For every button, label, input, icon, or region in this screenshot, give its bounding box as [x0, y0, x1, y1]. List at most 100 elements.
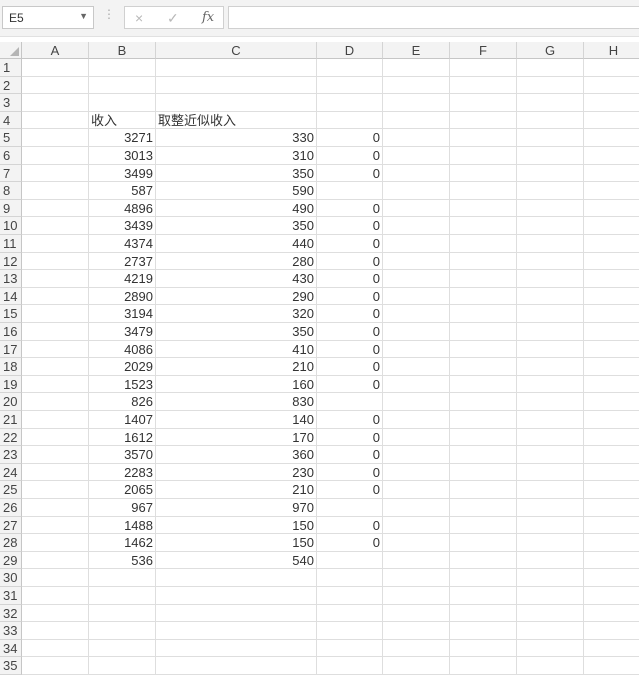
cell-b[interactable]: 3499 [89, 164, 156, 183]
cell-f[interactable] [450, 164, 517, 183]
cell-f[interactable] [450, 657, 517, 675]
cell-g[interactable] [517, 59, 584, 77]
cell-d[interactable]: 0 [317, 340, 383, 359]
cell-a[interactable] [22, 76, 89, 95]
cell-a[interactable] [22, 147, 89, 165]
cell-a[interactable] [22, 164, 89, 183]
cell-a[interactable] [22, 199, 89, 218]
cell-f[interactable] [450, 499, 517, 517]
cell-f[interactable] [450, 111, 517, 130]
column-header-g[interactable]: G [517, 42, 584, 59]
cell-h[interactable] [584, 323, 639, 341]
cell-d[interactable] [317, 76, 383, 95]
name-box[interactable]: E5 ▼ [2, 6, 94, 29]
cell-g[interactable] [517, 604, 584, 623]
cell-c[interactable] [156, 59, 317, 77]
cell-b[interactable]: 2065 [89, 481, 156, 499]
cell-c[interactable]: 310 [156, 147, 317, 165]
cell-c[interactable]: 410 [156, 340, 317, 359]
cell-g[interactable] [517, 164, 584, 183]
cell-a[interactable] [22, 287, 89, 306]
cell-c[interactable] [156, 76, 317, 95]
row-header[interactable]: 16 [0, 323, 22, 341]
cell-f[interactable] [450, 411, 517, 429]
cell-g[interactable] [517, 551, 584, 570]
cell-g[interactable] [517, 252, 584, 271]
cell-d[interactable] [317, 111, 383, 130]
cell-b[interactable]: 3570 [89, 446, 156, 464]
cell-d[interactable]: 0 [317, 164, 383, 183]
cell-c[interactable]: 440 [156, 235, 317, 253]
cell-a[interactable] [22, 59, 89, 77]
cell-b[interactable] [89, 622, 156, 640]
cell-e[interactable] [383, 94, 450, 112]
cell-e[interactable] [383, 358, 450, 376]
row-header[interactable]: 14 [0, 287, 22, 306]
row-header[interactable]: 33 [0, 622, 22, 640]
cell-e[interactable] [383, 217, 450, 235]
cell-e[interactable] [383, 481, 450, 499]
cell-f[interactable] [450, 587, 517, 605]
cell-e[interactable] [383, 340, 450, 359]
cell-g[interactable] [517, 569, 584, 587]
cell-g[interactable] [517, 305, 584, 323]
cell-a[interactable] [22, 129, 89, 147]
cell-a[interactable] [22, 182, 89, 200]
cell-c[interactable] [156, 569, 317, 587]
cell-c[interactable]: 290 [156, 287, 317, 306]
row-header[interactable]: 32 [0, 604, 22, 623]
cell-h[interactable] [584, 657, 639, 675]
cell-h[interactable] [584, 77, 639, 95]
cell-b[interactable]: 3013 [89, 147, 156, 165]
cell-d[interactable]: 0 [317, 217, 383, 235]
cell-h[interactable] [584, 341, 639, 359]
more-options-icon[interactable]: ⋮ [103, 7, 115, 21]
cell-b[interactable] [89, 639, 156, 658]
cell-d[interactable]: 0 [317, 358, 383, 376]
cell-e[interactable] [383, 287, 450, 306]
cell-d[interactable]: 0 [317, 129, 383, 147]
cell-g[interactable] [517, 111, 584, 130]
cell-f[interactable] [450, 569, 517, 587]
cell-a[interactable] [22, 94, 89, 112]
cell-h[interactable] [584, 464, 639, 482]
enter-icon[interactable]: ✓ [167, 10, 179, 27]
cell-g[interactable] [517, 411, 584, 429]
cell-f[interactable] [450, 622, 517, 640]
cell-b[interactable] [89, 587, 156, 605]
cell-f[interactable] [450, 252, 517, 271]
cell-c[interactable]: 280 [156, 252, 317, 271]
cell-b[interactable]: 1523 [89, 375, 156, 394]
row-header[interactable]: 12 [0, 252, 22, 271]
cell-e[interactable] [383, 235, 450, 253]
cell-e[interactable] [383, 622, 450, 640]
cell-h[interactable] [584, 112, 639, 130]
cell-f[interactable] [450, 147, 517, 165]
cell-b[interactable]: 4374 [89, 235, 156, 253]
cell-g[interactable] [517, 516, 584, 535]
cell-e[interactable] [383, 569, 450, 587]
cell-f[interactable] [450, 76, 517, 95]
cell-g[interactable] [517, 270, 584, 288]
cell-b[interactable]: 2029 [89, 358, 156, 376]
cell-d[interactable]: 0 [317, 235, 383, 253]
cell-a[interactable] [22, 340, 89, 359]
cell-a[interactable] [22, 569, 89, 587]
cell-g[interactable] [517, 657, 584, 675]
cell-d[interactable]: 0 [317, 446, 383, 464]
cell-c[interactable]: 150 [156, 534, 317, 552]
cell-a[interactable] [22, 551, 89, 570]
column-header-e[interactable]: E [383, 42, 450, 59]
cell-a[interactable] [22, 428, 89, 447]
cell-b[interactable]: 4896 [89, 199, 156, 218]
cell-b[interactable] [89, 59, 156, 77]
cell-f[interactable] [450, 428, 517, 447]
select-all-corner[interactable] [0, 42, 22, 59]
cell-e[interactable] [383, 375, 450, 394]
cell-c[interactable]: 取整近似收入 [156, 111, 317, 130]
cell-e[interactable] [383, 411, 450, 429]
cell-c[interactable]: 160 [156, 375, 317, 394]
cancel-icon[interactable]: × [135, 10, 143, 26]
cell-a[interactable] [22, 463, 89, 482]
row-header[interactable]: 4 [0, 111, 22, 130]
